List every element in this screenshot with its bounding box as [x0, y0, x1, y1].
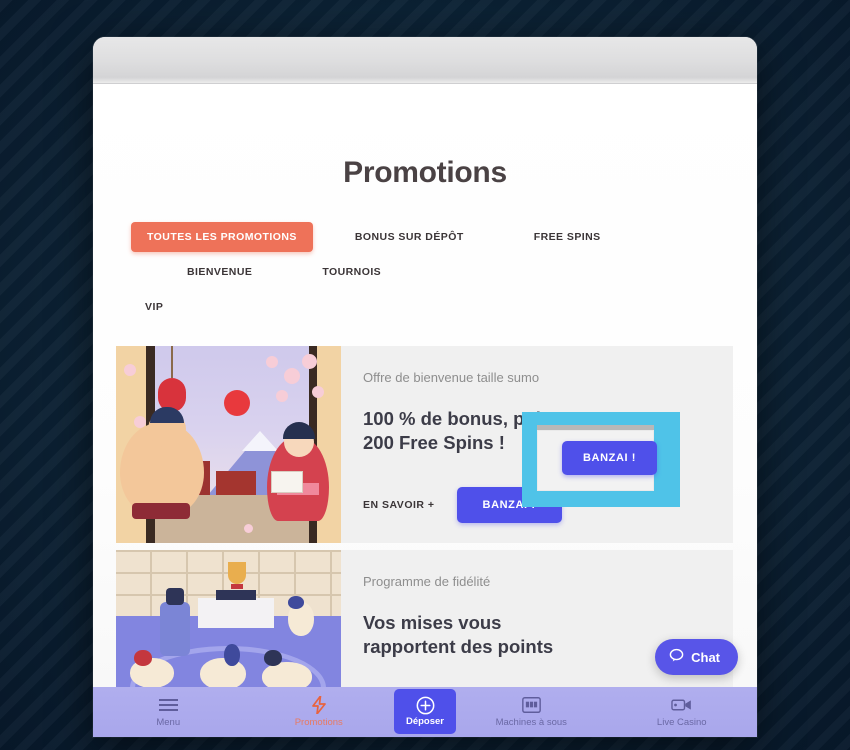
banzai-cta-button[interactable]: BANZAI ! [456, 487, 562, 523]
lightning-bolt-icon [311, 696, 326, 714]
promo-headline: 100 % de bonus, puis 200 Free Spins ! [363, 408, 552, 453]
nav-label-promotions: Promotions [294, 716, 343, 728]
nav-label-deposer: Déposer [405, 715, 444, 727]
nav-label-menu: Menu [156, 716, 181, 728]
tab-tournois[interactable]: TOURNOIS [308, 257, 395, 287]
promo-kicker: Programme de fidélité [363, 574, 491, 589]
chat-label: Chat [691, 649, 720, 665]
page-title: Promotions [343, 156, 507, 189]
bottom-navigation: Menu Promotions Déposer Machines à sous [93, 687, 757, 737]
plus-circle-icon [416, 696, 435, 714]
slot-machine-icon [521, 697, 541, 714]
chat-widget[interactable]: Chat [655, 639, 738, 675]
browser-window: Promotions TOUTES LES PROMOTIONS BONUS S… [93, 37, 757, 737]
promotions-list: Offre de bienvenue taille sumo 100 % de … [93, 346, 757, 737]
nav-label-live-casino: Live Casino [656, 716, 707, 728]
nav-item-deposer[interactable]: Déposer [394, 689, 456, 734]
tab-vip[interactable]: VIP [131, 292, 719, 322]
tab-bienvenue[interactable]: BIENVENUE [173, 257, 266, 287]
tab-bonus-sur-depot[interactable]: BONUS SUR DÉPÔT [341, 222, 478, 252]
promo-headline: Vos mises vous rapportent des points [363, 612, 554, 657]
nav-item-live-casino[interactable]: Live Casino [607, 687, 758, 737]
promo-actions: EN SAVOIR + BANZAI ! [363, 487, 707, 523]
browser-chrome-bar [93, 37, 757, 84]
promotions-filter-tabs: TOUTES LES PROMOTIONS BONUS SUR DÉPÔT FR… [93, 222, 757, 322]
sumo-welcome-illustration [116, 346, 341, 543]
hamburger-icon [158, 697, 178, 714]
learn-more-link[interactable]: EN SAVOIR + [363, 499, 435, 511]
nav-label-machines-a-sous: Machines à sous [495, 716, 567, 728]
nav-item-menu[interactable]: Menu [93, 687, 244, 737]
video-camera-icon [671, 697, 692, 714]
nav-item-machines-a-sous[interactable]: Machines à sous [456, 687, 607, 737]
promo-card-welcome[interactable]: Offre de bienvenue taille sumo 100 % de … [116, 346, 733, 543]
speech-bubble-icon [669, 648, 684, 666]
tab-free-spins[interactable]: FREE SPINS [520, 222, 615, 252]
promo-kicker: Offre de bienvenue taille sumo [363, 370, 540, 385]
page-viewport: Promotions TOUTES LES PROMOTIONS BONUS S… [93, 84, 757, 737]
promo-card-body: Offre de bienvenue taille sumo 100 % de … [341, 346, 733, 543]
tab-toutes-les-promotions[interactable]: TOUTES LES PROMOTIONS [131, 222, 313, 252]
nav-item-promotions[interactable]: Promotions [244, 687, 395, 737]
